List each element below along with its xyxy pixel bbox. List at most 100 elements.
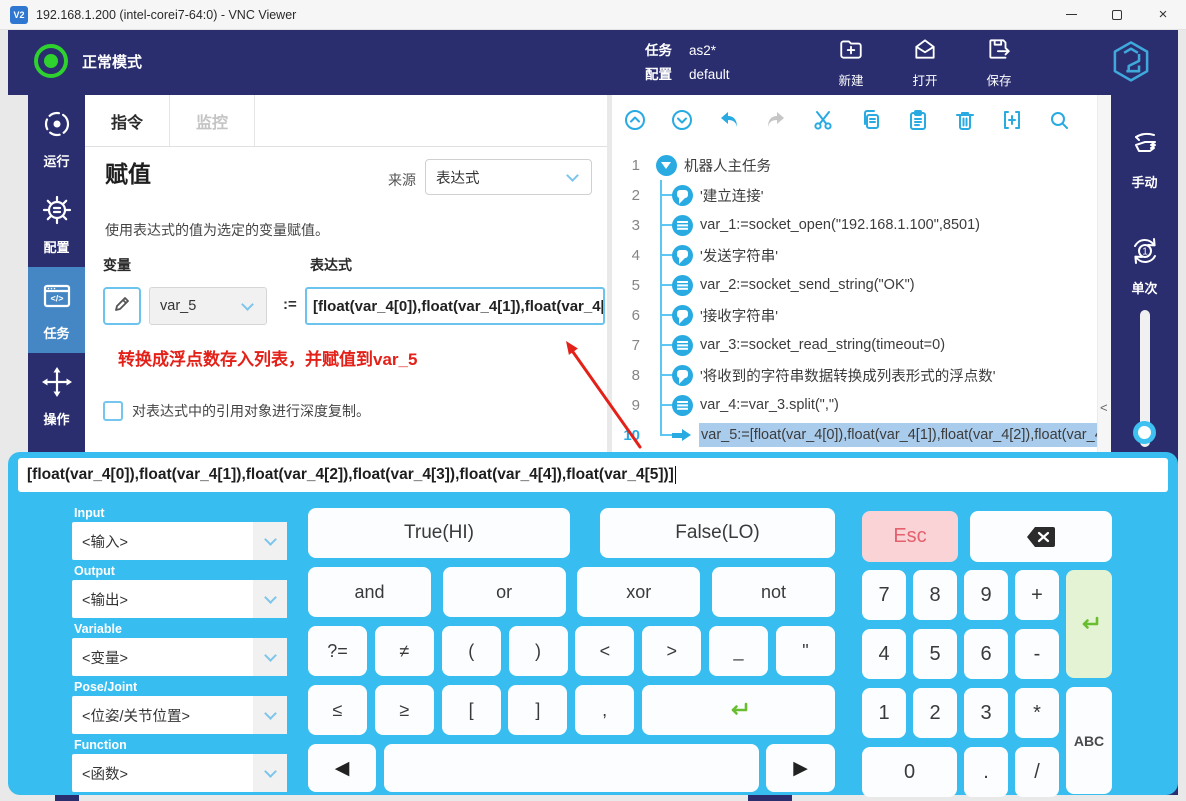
variable-select[interactable]: var_5 xyxy=(149,287,267,325)
key-xor[interactable]: xor xyxy=(577,567,700,617)
mode-label: 正常模式 xyxy=(82,51,142,72)
insert-line-icon[interactable] xyxy=(999,107,1025,133)
key-backspace[interactable] xyxy=(970,511,1112,562)
key-8[interactable]: 8 xyxy=(913,570,957,620)
tree-row[interactable]: 9 var_4:=var_3.split(",") xyxy=(612,390,1097,420)
key-esc[interactable]: Esc xyxy=(862,511,958,562)
selector-dropdown[interactable]: <变量> xyxy=(72,638,287,676)
delete-icon[interactable] xyxy=(952,107,978,133)
panel-collapse-gutter[interactable]: < xyxy=(1097,95,1111,452)
deep-copy-checkbox[interactable] xyxy=(103,401,123,421)
key-6[interactable]: 6 xyxy=(964,629,1008,679)
key-false-lo[interactable]: False(LO) xyxy=(600,508,835,558)
key-paren-open[interactable]: ( xyxy=(442,626,501,676)
key-9[interactable]: 9 xyxy=(964,570,1008,620)
cut-icon[interactable] xyxy=(810,107,836,133)
expression-input[interactable]: [float(var_4[0]),float(var_4[1]),float(v… xyxy=(305,287,605,325)
nav-item-manual[interactable]: 手动 xyxy=(1111,127,1178,191)
task-code-icon: </> xyxy=(40,279,74,318)
key-0[interactable]: 0 xyxy=(862,747,957,797)
key-minus[interactable]: - xyxy=(1015,629,1059,679)
key-not[interactable]: not xyxy=(712,567,835,617)
tree-row[interactable]: 8 '将收到的字符串数据转换成列表形式的浮点数' xyxy=(612,360,1097,390)
close-button[interactable]: × xyxy=(1140,0,1186,29)
key-greater-equal[interactable]: ≥ xyxy=(375,685,434,735)
key-paren-close[interactable]: ) xyxy=(509,626,568,676)
speed-slider-handle[interactable] xyxy=(1133,421,1156,444)
key-bracket-open[interactable]: [ xyxy=(442,685,501,735)
redo-icon[interactable] xyxy=(763,107,789,133)
key-enter[interactable] xyxy=(1066,570,1112,678)
expand-all-icon[interactable] xyxy=(669,107,695,133)
key-cursor-left[interactable]: ◀ xyxy=(308,744,376,792)
maximize-button[interactable] xyxy=(1094,0,1140,29)
key-bracket-close[interactable]: ] xyxy=(508,685,567,735)
key-abc-switch[interactable]: ABC xyxy=(1066,687,1112,794)
tab-monitor[interactable]: 监控 xyxy=(170,95,255,146)
key-less-equal[interactable]: ≤ xyxy=(308,685,367,735)
open-task-button[interactable]: 打开 xyxy=(902,36,948,89)
key-asterisk[interactable]: * xyxy=(1015,688,1059,738)
undo-icon[interactable] xyxy=(716,107,742,133)
tree-row[interactable]: 3 var_1:=socket_open("192.168.1.100",850… xyxy=(612,210,1097,240)
source-select[interactable]: 表达式 xyxy=(425,159,592,195)
new-task-button[interactable]: 新建 xyxy=(828,36,874,89)
minimize-button[interactable] xyxy=(1048,0,1094,29)
operand-selector-group: Function <函数> xyxy=(72,738,287,792)
tree-row[interactable]: 1 机器人主任务 xyxy=(612,150,1097,180)
key-greater-than[interactable]: > xyxy=(642,626,701,676)
paste-icon[interactable] xyxy=(905,107,931,133)
key-less-than[interactable]: < xyxy=(575,626,634,676)
nav-item-config[interactable]: 配置 xyxy=(28,181,85,267)
tree-row[interactable]: 7 var_3:=socket_read_string(timeout=0) xyxy=(612,330,1097,360)
key-or[interactable]: or xyxy=(443,567,566,617)
key-slash[interactable]: / xyxy=(1015,747,1059,797)
line-number: 9 xyxy=(612,397,642,414)
search-icon[interactable] xyxy=(1046,107,1072,133)
tree-row[interactable]: 4 '发送字符串' xyxy=(612,240,1097,270)
key-7[interactable]: 7 xyxy=(862,570,906,620)
key-quote[interactable]: " xyxy=(776,626,835,676)
nav-operate-label: 操作 xyxy=(43,409,69,428)
key-true-hi[interactable]: True(HI) xyxy=(308,508,570,558)
key-1[interactable]: 1 xyxy=(862,688,906,738)
jog-move-icon xyxy=(40,365,74,404)
selector-dropdown[interactable]: <输入> xyxy=(72,522,287,560)
nav-item-task[interactable]: </> 任务 xyxy=(28,267,85,353)
key-enter-wide[interactable] xyxy=(642,685,835,735)
selector-dropdown[interactable]: <函数> xyxy=(72,754,287,792)
key-dot[interactable]: . xyxy=(964,747,1008,797)
nav-item-operate[interactable]: 操作 xyxy=(28,353,85,439)
key-4[interactable]: 4 xyxy=(862,629,906,679)
keyboard-expression-input[interactable]: [float(var_4[0]),float(var_4[1]),float(v… xyxy=(18,458,1168,492)
key-comma[interactable]: , xyxy=(575,685,634,735)
key-space[interactable] xyxy=(384,744,759,792)
key-plus[interactable]: + xyxy=(1015,570,1059,620)
tree-row[interactable]: 5 var_2:=socket_send_string("OK") xyxy=(612,270,1097,300)
copy-icon[interactable] xyxy=(858,107,884,133)
tab-instruction[interactable]: 指令 xyxy=(85,95,170,146)
mode-indicator[interactable]: 正常模式 xyxy=(34,44,142,78)
tree-row[interactable]: 2 '建立连接' xyxy=(612,180,1097,210)
nav-item-run[interactable]: 运行 xyxy=(28,95,85,181)
tree-row[interactable]: 6 '接收字符串' xyxy=(612,300,1097,330)
key-3[interactable]: 3 xyxy=(964,688,1008,738)
selector-dropdown[interactable]: <输出> xyxy=(72,580,287,618)
key-query-equal[interactable]: ?= xyxy=(308,626,367,676)
brand-logo-icon xyxy=(1108,38,1154,86)
edit-variable-button[interactable] xyxy=(103,287,141,325)
selector-dropdown[interactable]: <位姿/关节位置> xyxy=(72,696,287,734)
collapse-all-icon[interactable] xyxy=(622,107,648,133)
nav-item-single-cycle[interactable]: 1 单次 xyxy=(1111,233,1178,297)
key-and[interactable]: and xyxy=(308,567,431,617)
key-underscore[interactable]: _ xyxy=(709,626,768,676)
key-not-equal[interactable]: ≠ xyxy=(375,626,434,676)
key-5[interactable]: 5 xyxy=(913,629,957,679)
save-task-button[interactable]: 保存 xyxy=(976,36,1022,89)
operand-selectors: Input <输入> Output <输出> Variable xyxy=(72,506,287,792)
tree-row[interactable]: 10 var_5:=[float(var_4[0]),float(var_4[1… xyxy=(612,420,1097,450)
key-2[interactable]: 2 xyxy=(913,688,957,738)
tree-node-icon xyxy=(672,215,693,236)
new-task-label: 新建 xyxy=(838,70,863,89)
key-cursor-right[interactable]: ▶ xyxy=(766,744,835,792)
